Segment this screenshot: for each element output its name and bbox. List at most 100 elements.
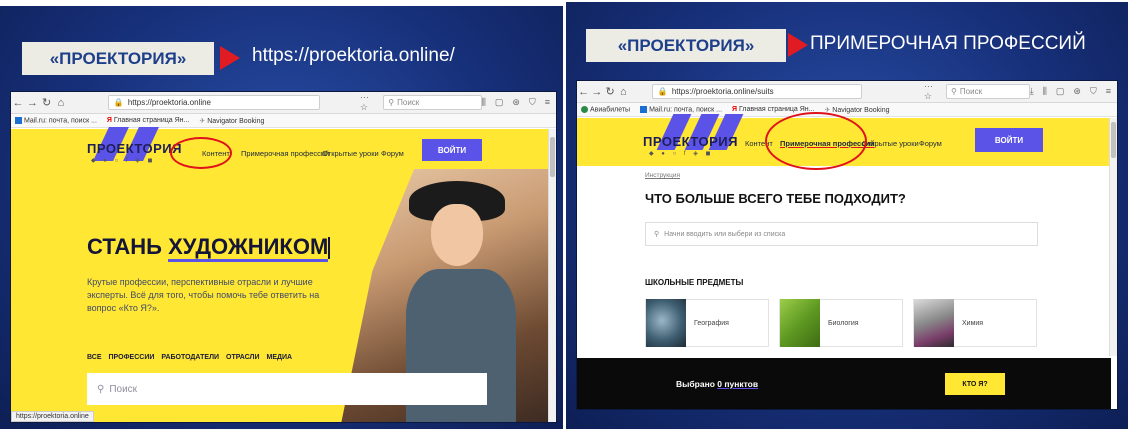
subject-label: География: [694, 319, 729, 327]
right-caption: ПРИМЕРОЧНАЯ ПРОФЕССИЙ: [810, 33, 1086, 54]
avia-icon: [581, 105, 588, 113]
sidebar-icon[interactable]: ▢: [495, 97, 504, 108]
right-toolbar-icons: ⤓ ⫼ ▢ ⊛ ⛉ ≡: [1030, 86, 1117, 97]
section-title: ШКОЛЬНЫЕ ПРЕДМЕТЫ: [645, 278, 744, 287]
highlight-oval: [765, 112, 867, 170]
login-button[interactable]: ВОЙТИ: [975, 128, 1043, 152]
right-browser-toolbar: ← → ↻ ⌂ 🔒 https://proektoria.online/suit…: [577, 81, 1117, 103]
subject-label: Биология: [828, 319, 859, 327]
right-url-bar[interactable]: 🔒 https://proektoria.online/suits: [651, 84, 862, 99]
right-scrollbar[interactable]: [1109, 118, 1117, 356]
menu-open-lessons[interactable]: Открытые уроки: [862, 139, 919, 148]
sidebar-icon[interactable]: ▢: [1056, 86, 1065, 97]
left-screenshot: ← → ↻ ⌂ 🔒 https://proektoria.online ··· …: [10, 91, 557, 423]
who-am-i-button[interactable]: КТО Я?: [945, 373, 1005, 395]
left-site-logo[interactable]: ПРОЕКТОРИЯ: [87, 141, 182, 156]
bookmark-yandex[interactable]: Я Главная страница Ян...: [107, 117, 189, 124]
chemistry-image: [914, 299, 954, 347]
tab-employers[interactable]: РАБОТОДАТЕЛИ: [161, 354, 219, 361]
right-slide-panel: «ПРОЕКТОРИЯ» ПРИМЕРОЧНАЯ ПРОФЕССИЙ ← → ↻…: [566, 2, 1128, 429]
biology-image: [780, 299, 820, 347]
menu-icon[interactable]: ≡: [1106, 86, 1111, 97]
selected-count-text: Выбрано 0 пунктов: [676, 379, 758, 389]
lock-icon: 🔒: [113, 98, 124, 107]
left-browser-toolbar: ← → ↻ ⌂ 🔒 https://proektoria.online ··· …: [11, 92, 556, 114]
library-icon[interactable]: ⫼: [482, 97, 486, 108]
bookmark-mail[interactable]: Mail.ru: почта, поиск ...: [15, 116, 97, 124]
menu-open-lessons[interactable]: Открытые уроки: [322, 149, 379, 158]
login-button[interactable]: ВОЙТИ: [422, 139, 482, 161]
page-title: ЧТО БОЛЬШЕ ВСЕГО ТЕБЕ ПОДХОДИТ?: [645, 191, 906, 206]
back-icon[interactable]: ←: [11, 97, 25, 109]
reload-icon[interactable]: ↻: [603, 85, 616, 98]
home-icon[interactable]: ⌂: [54, 97, 68, 109]
home-icon[interactable]: ⌂: [617, 86, 630, 98]
reload-icon[interactable]: ↻: [39, 96, 53, 109]
left-slide-panel: «ПРОЕКТОРИЯ» https://proektoria.online/ …: [0, 6, 563, 429]
left-caption: https://proektoria.online/: [252, 45, 455, 66]
social-icons[interactable]: ◆ ● ○ f ◈ ◼: [91, 157, 155, 164]
left-url-text: https://proektoria.online: [127, 98, 212, 107]
right-url-text: https://proektoria.online/suits: [671, 87, 774, 96]
site-search-input[interactable]: ⚲ Поиск: [87, 373, 487, 405]
search-icon: ⚲: [951, 87, 957, 96]
right-browser-search[interactable]: ⚲ Поиск: [946, 84, 1030, 99]
yandex-icon: Я: [106, 117, 114, 124]
forward-icon[interactable]: →: [25, 97, 39, 109]
bookmark-yandex[interactable]: Я Главная страница Ян...: [732, 106, 814, 113]
left-toolbar-icons: ⫼ ▢ ⊛ ⛉ ≡: [482, 97, 556, 108]
bookmark-avia[interactable]: Авиабилеты: [581, 105, 630, 113]
social-icons[interactable]: ◆ ● ○ f ◈ ◼: [649, 150, 713, 157]
right-screenshot: ← → ↻ ⌂ 🔒 https://proektoria.online/suit…: [576, 80, 1118, 410]
right-red-arrow: [788, 33, 808, 57]
selected-prefix: Выбрано: [676, 379, 718, 389]
extension-icon[interactable]: ⊛: [512, 97, 520, 108]
selection-bar: Выбрано 0 пунктов КТО Я?: [577, 358, 1111, 409]
extension-icon[interactable]: ⊛: [1073, 86, 1081, 97]
tab-industries[interactable]: ОТРАСЛИ: [226, 354, 259, 361]
face-shape: [431, 204, 483, 266]
scrollbar-thumb[interactable]: [550, 137, 555, 177]
menu-fitting-room[interactable]: Примерочная профессий: [241, 149, 329, 158]
menu-forum[interactable]: Форум: [381, 149, 404, 158]
selected-count: 0 пунктов: [717, 379, 759, 389]
text-cursor: [328, 237, 331, 260]
back-icon[interactable]: ←: [577, 86, 590, 98]
right-site-header: ПРОЕКТОРИЯ ◆ ● ○ f ◈ ◼ Контент Примерочн…: [577, 112, 1111, 170]
subject-card-biology[interactable]: Биология: [779, 299, 903, 347]
page-actions-icon[interactable]: ··· ☆: [924, 81, 940, 102]
bookmark-mail[interactable]: Mail.ru: почта, поиск ...: [640, 105, 722, 113]
subject-search-placeholder: Начни вводить или выбери из списка: [664, 230, 786, 238]
left-scrollbar[interactable]: [548, 129, 556, 422]
breadcrumb[interactable]: Инструкция: [645, 172, 680, 179]
menu-icon[interactable]: ≡: [545, 97, 550, 108]
left-browser-search[interactable]: ⚲ Поиск: [383, 95, 482, 110]
headline-word: ХУДОЖНИКОМ: [168, 234, 329, 262]
tab-media[interactable]: МЕДИА: [267, 354, 293, 361]
library-icon[interactable]: ⫼: [1043, 86, 1047, 97]
scrollbar-thumb[interactable]: [1111, 122, 1116, 158]
tab-all[interactable]: ВСЕ: [87, 354, 102, 361]
highlight-oval: [170, 137, 232, 169]
page-actions-icon[interactable]: ··· ☆: [360, 92, 377, 113]
site-search-placeholder: Поиск: [109, 383, 138, 395]
subject-search-input[interactable]: ⚲ Начни вводить или выбери из списка: [645, 222, 1038, 246]
cart-icon[interactable]: ⛉: [1090, 86, 1097, 97]
menu-forum[interactable]: Форум: [919, 139, 942, 148]
hero-headline: СТАНЬ ХУДОЖНИКОМ: [87, 234, 331, 262]
mail-icon: [15, 116, 22, 124]
subject-card-chemistry[interactable]: Химия: [913, 299, 1037, 347]
bookmark-navigator[interactable]: ✈ Navigator Booking: [824, 106, 889, 114]
yandex-icon: Я: [732, 106, 739, 113]
left-url-bar[interactable]: 🔒 https://proektoria.online: [107, 95, 320, 110]
right-site-logo[interactable]: ПРОЕКТОРИЯ: [643, 134, 738, 149]
left-site-hero: ПРОЕКТОРИЯ ◆ ● ○ f ◈ ◼ Контент Примерочн…: [11, 127, 550, 422]
tab-professions[interactable]: ПРОФЕССИИ: [109, 354, 155, 361]
search-icon: ⚲: [97, 383, 105, 395]
left-label-box: «ПРОЕКТОРИЯ»: [22, 42, 214, 75]
cart-icon[interactable]: ⛉: [529, 97, 536, 108]
forward-icon[interactable]: →: [590, 86, 603, 98]
subject-card-geography[interactable]: География: [645, 299, 769, 347]
bookmark-navigator[interactable]: ✈ Navigator Booking: [199, 117, 264, 125]
download-icon[interactable]: ⤓: [1030, 86, 1034, 97]
